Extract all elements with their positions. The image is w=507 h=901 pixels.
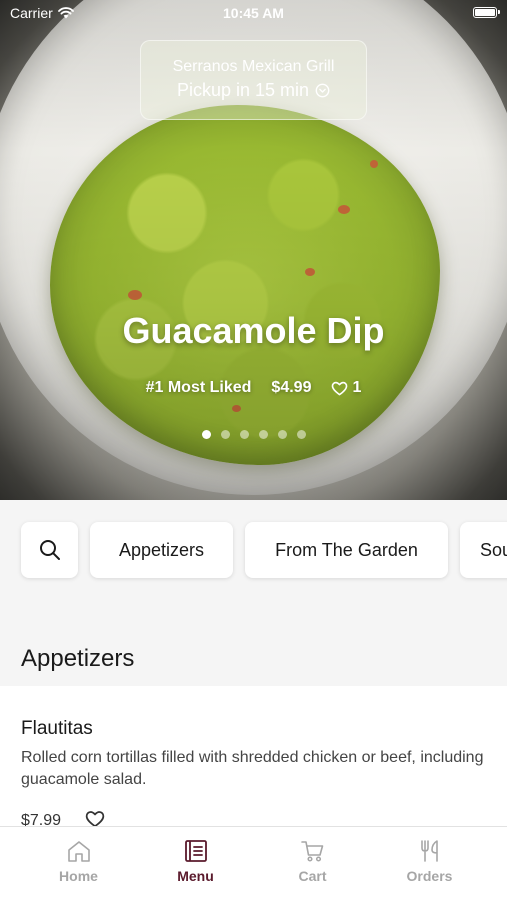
menu-item-description: Rolled corn tortillas filled with shredd… xyxy=(21,749,484,788)
tab-bar: Home Menu Cart Orders xyxy=(0,826,507,901)
menu-book-icon xyxy=(184,840,207,862)
page-dot[interactable] xyxy=(239,430,249,439)
category-chip-from-the-garden[interactable]: From The Garden xyxy=(245,522,448,578)
page-dot[interactable] xyxy=(277,430,287,439)
pickup-info-card[interactable]: Serranos Mexican Grill Pickup in 15 min xyxy=(140,40,367,120)
featured-item-title: Guacamole Dip xyxy=(122,310,385,351)
carousel-page-indicator[interactable] xyxy=(0,430,507,439)
like-count[interactable]: 1 xyxy=(331,379,361,397)
category-chip-soups[interactable]: Sou xyxy=(460,522,507,578)
featured-item-price: $4.99 xyxy=(271,379,312,396)
section-title: Appetizers xyxy=(21,645,135,672)
tab-home[interactable]: Home xyxy=(20,827,137,901)
tab-cart[interactable]: Cart xyxy=(254,827,371,901)
cart-icon xyxy=(300,841,323,862)
page-dot[interactable] xyxy=(258,430,268,439)
category-bar: Appetizers From The Garden Sou xyxy=(0,500,507,610)
restaurant-name: Serranos Mexican Grill xyxy=(172,58,335,75)
menu-item-card[interactable]: Flautitas Rolled corn tortillas filled w… xyxy=(0,686,507,836)
page-dot[interactable] xyxy=(220,430,230,439)
tab-menu[interactable]: Menu xyxy=(137,827,254,901)
most-liked-badge: #1 Most Liked xyxy=(145,379,252,396)
search-icon xyxy=(39,540,60,560)
heart-icon xyxy=(332,381,348,395)
category-chip-appetizers[interactable]: Appetizers xyxy=(90,522,233,578)
page-dot[interactable] xyxy=(296,430,306,439)
status-bar: Carrier 10:45 AM xyxy=(0,0,507,28)
fork-knife-icon xyxy=(420,840,438,862)
status-time: 10:45 AM xyxy=(223,5,284,21)
pickup-eta: Pickup in 15 min xyxy=(176,80,310,100)
search-button[interactable] xyxy=(21,522,78,578)
chevron-down-circle-icon xyxy=(315,83,330,98)
page-dot[interactable] xyxy=(201,430,211,439)
featured-item-meta: #1 Most Liked $4.99 1 xyxy=(0,379,507,397)
tab-orders[interactable]: Orders xyxy=(371,827,488,901)
menu-item-name: Flautitas xyxy=(21,718,93,739)
home-icon xyxy=(67,841,90,862)
hero-image[interactable]: Carrier 10:45 AM Serranos Mexican Grill … xyxy=(0,0,507,500)
battery-icon xyxy=(473,7,500,18)
